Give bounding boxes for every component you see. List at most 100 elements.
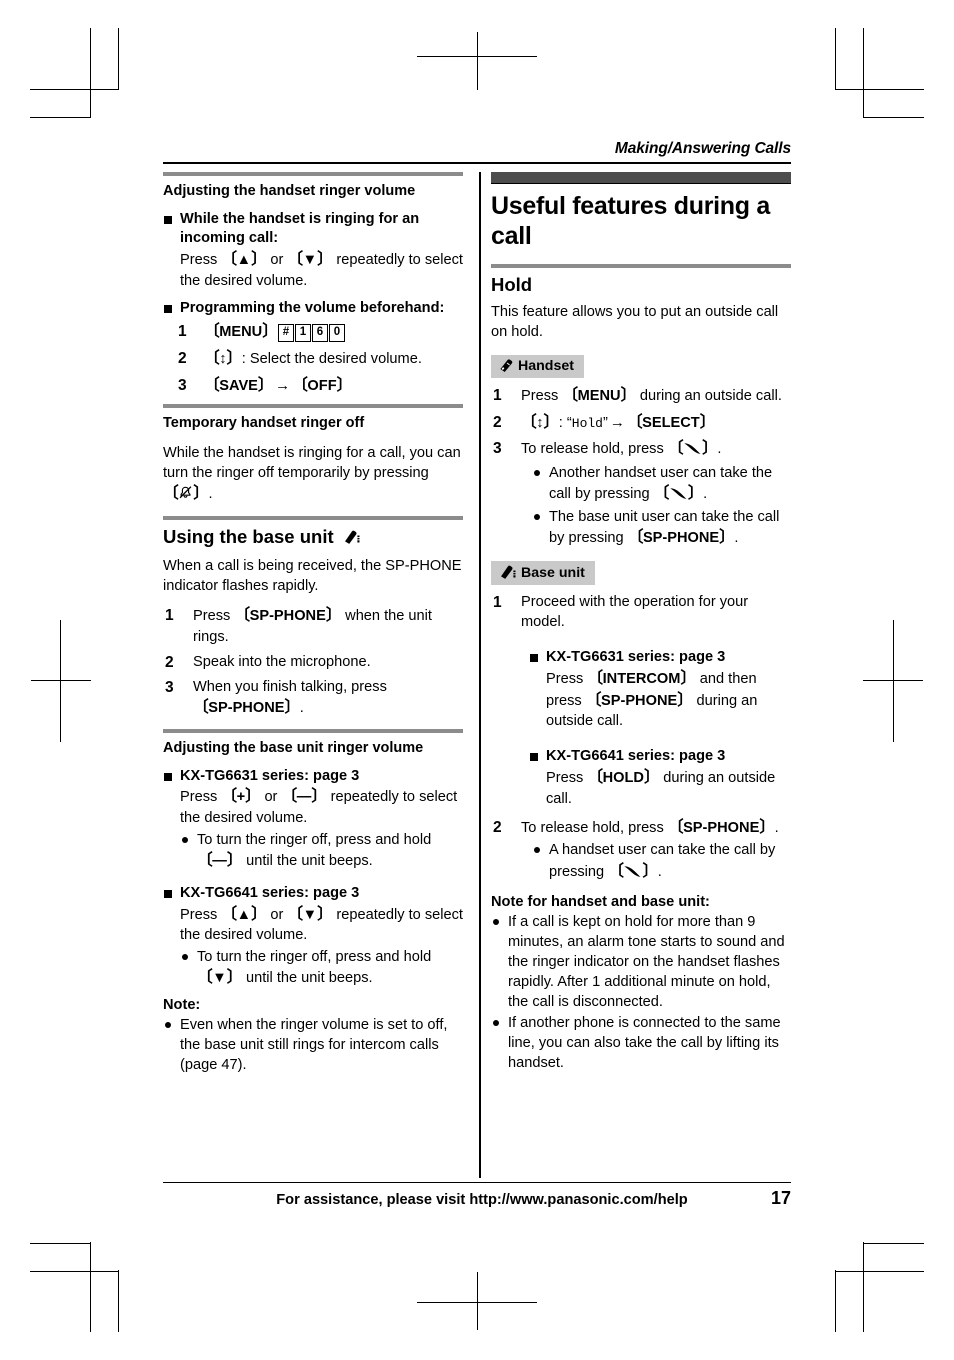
key-intercom: 〔INTERCOM〕 bbox=[587, 669, 696, 687]
note-label: Note for handset and base unit: bbox=[491, 893, 710, 910]
key-talk: 〔〕 bbox=[668, 440, 718, 457]
text-fragment: . bbox=[657, 863, 662, 880]
model-heading: KX-TG6641 series: page 3 bbox=[529, 747, 791, 767]
note-item: Even when the ringer volume is set to of… bbox=[163, 1015, 463, 1075]
two-column-body: Adjusting the handset ringer volume Whil… bbox=[163, 171, 792, 1178]
badge-handset: Handset bbox=[491, 354, 584, 378]
paragraph-base-unit-intro: When a call is being received, the SP-PH… bbox=[163, 557, 462, 594]
crop-mark-bottom-right-v1 bbox=[863, 1242, 864, 1332]
text-fragment: While the handset is ringing for a call,… bbox=[163, 444, 461, 481]
chapter-bar bbox=[491, 171, 792, 184]
keypad-6: 6 bbox=[311, 323, 328, 342]
step-item: 1 Press 〔SP-PHONE〕 when the unit rings. bbox=[163, 605, 463, 647]
crop-mark-top-right-v1 bbox=[863, 28, 864, 118]
bullet-item: To turn the ringer off, press and hold 〔… bbox=[180, 947, 463, 989]
key-menu: 〔MENU〕 bbox=[204, 323, 278, 341]
key-volume-up: 〔▲〕 bbox=[221, 251, 267, 268]
footer-assistance-text: For assistance, please visit http://www.… bbox=[276, 1192, 688, 1208]
model-body: Press 〔HOLD〕 during an outside call. bbox=[529, 767, 791, 809]
arrow-icon: → bbox=[275, 376, 291, 394]
text-fragment: When you finish talking, press bbox=[193, 678, 387, 695]
text-fragment: . bbox=[299, 699, 304, 716]
text-fragment: or bbox=[266, 906, 288, 923]
heading-temporary-ringer-off: Temporary handset ringer off bbox=[163, 415, 365, 432]
text-fragment: Speak into the microphone. bbox=[193, 653, 371, 670]
key-sp-phone: 〔SP-PHONE〕 bbox=[193, 698, 300, 716]
text-fragment: during an outside call. bbox=[635, 387, 782, 404]
block-programming-beforehand: Programming the volume beforehand: 1 〔ME… bbox=[163, 299, 463, 397]
text-fragment: Press bbox=[521, 387, 563, 404]
talk-icon bbox=[623, 864, 642, 884]
talk-icon bbox=[683, 441, 702, 461]
crop-mark-top-left-v2 bbox=[118, 28, 119, 90]
handset-icon bbox=[500, 359, 513, 372]
arrow-icon: → bbox=[609, 413, 625, 431]
model-body: Press 〔▲〕 or 〔▼〕 repeatedly to select th… bbox=[163, 904, 463, 989]
key-ringer-off: 〔〕 bbox=[163, 485, 209, 502]
heading-hold: Hold bbox=[491, 273, 533, 295]
step-number: 1 bbox=[178, 323, 187, 341]
step-item: 1 Press 〔MENU〕 during an outside call. bbox=[491, 385, 791, 407]
text-fragment: Press bbox=[180, 906, 222, 923]
step-number: 2 bbox=[165, 653, 174, 671]
paragraph-hold-intro: This feature allows you to put an outsid… bbox=[491, 303, 779, 340]
crop-mark-bottom-right-v2 bbox=[835, 1270, 836, 1332]
badge-label: Base unit bbox=[521, 565, 585, 582]
key-menu: 〔MENU〕 bbox=[562, 386, 636, 404]
crop-mark-bottom-right-h1 bbox=[836, 1271, 924, 1272]
crop-mark-top-left-h1 bbox=[30, 89, 118, 90]
step-number: 2 bbox=[493, 413, 502, 431]
key-volume-plus: 〔+〕 bbox=[221, 788, 261, 806]
block-body: Press 〔▲〕 or 〔▼〕 repeatedly to select th… bbox=[163, 249, 463, 291]
crop-mark-bottom-left-v1 bbox=[90, 1242, 91, 1332]
step-item: 3 〔SAVE〕 → 〔OFF〕 bbox=[178, 375, 463, 397]
key-volume-up: 〔▲〕 bbox=[221, 905, 267, 923]
text-fragment: Proceed with the operation for your mode… bbox=[521, 594, 749, 631]
text-fragment: . bbox=[774, 819, 779, 836]
note-item: If another phone is connected to the sam… bbox=[491, 1013, 791, 1073]
chapter-title: Useful features during a call bbox=[491, 191, 770, 251]
model-block-kx-tg6641: KX-TG6641 series: page 3 Press 〔HOLD〕 du… bbox=[529, 747, 791, 808]
text-fragment: : Select the desired volume. bbox=[241, 351, 422, 368]
key-save: 〔SAVE〕 bbox=[204, 376, 274, 394]
step-item: 2 〔↕〕: Select the desired volume. bbox=[178, 348, 463, 370]
registration-mark-left-v bbox=[60, 620, 61, 742]
text-fragment: until the unit beeps. bbox=[241, 970, 373, 987]
text-fragment: To release hold, press bbox=[521, 441, 668, 458]
crop-mark-top-right-h1 bbox=[836, 89, 924, 90]
key-sp-phone: 〔SP-PHONE〕 bbox=[667, 818, 775, 836]
note-label: Note: bbox=[163, 997, 201, 1014]
step-item: 3 When you finish talking, press 〔SP-PHO… bbox=[163, 677, 463, 719]
crop-mark-bottom-left-v2 bbox=[118, 1270, 119, 1332]
crop-mark-bottom-left-h1 bbox=[30, 1271, 118, 1272]
crop-mark-top-right-v2 bbox=[835, 28, 836, 90]
bullet-item: Another handset user can take the call b… bbox=[532, 463, 791, 506]
crop-mark-bottom-left-h2 bbox=[30, 1243, 90, 1244]
note-list: Even when the ringer volume is set to of… bbox=[163, 1015, 463, 1075]
text-fragment: . bbox=[703, 486, 708, 503]
key-navigator: 〔↕〕 bbox=[204, 350, 242, 368]
model-block-kx-tg6641: KX-TG6641 series: page 3 Press 〔▲〕 or 〔▼… bbox=[163, 884, 463, 989]
key-volume-minus: 〔—〕 bbox=[281, 788, 327, 806]
text-fragment: To turn the ringer off, press and hold bbox=[197, 949, 432, 966]
text-fragment: or bbox=[266, 252, 288, 268]
text-fragment: Press bbox=[193, 608, 235, 625]
bullet-list: A handset user can take the call by pres… bbox=[521, 840, 791, 883]
key-talk: 〔〕 bbox=[608, 863, 658, 880]
heading-using-the-base-unit: Using the base unit bbox=[163, 526, 463, 550]
step-number: 1 bbox=[493, 594, 502, 612]
registration-mark-top-h bbox=[417, 56, 537, 57]
badge-base-unit: Base unit bbox=[491, 561, 595, 586]
model-block-kx-tg6631: KX-TG6631 series: page 3 Press 〔+〕 or 〔—… bbox=[163, 767, 463, 872]
text-fragment: or bbox=[260, 789, 282, 806]
text-fragment: Press bbox=[546, 670, 588, 687]
model-body: Press 〔+〕 or 〔—〕 repeatedly to select th… bbox=[163, 786, 463, 871]
registration-mark-right-h bbox=[863, 680, 923, 681]
bullet-list: Another handset user can take the call b… bbox=[521, 463, 791, 549]
steps-hold-handset: 1 Press 〔MENU〕 during an outside call. 2… bbox=[491, 385, 791, 549]
key-volume-down: 〔▼〕 bbox=[197, 969, 242, 987]
text-fragment: . bbox=[717, 441, 722, 458]
badge-label: Handset bbox=[518, 357, 574, 374]
step-item: 1 Proceed with the operation for your mo… bbox=[491, 592, 791, 809]
step-item: 2 To release hold, press 〔SP-PHONE〕. A h… bbox=[491, 817, 791, 884]
